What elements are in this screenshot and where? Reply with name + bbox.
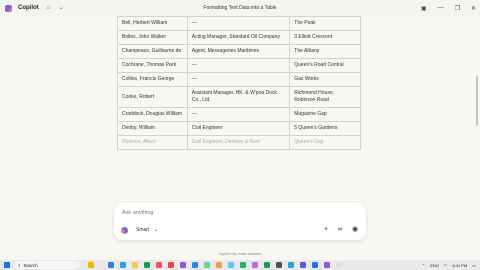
home-icon[interactable]: ⌂ — [45, 5, 52, 12]
taskbar-app-19[interactable] — [324, 262, 330, 268]
table-cell: Denby, William — [117, 121, 188, 136]
table-cell: — — [186, 16, 291, 31]
taskbar-app-2[interactable] — [120, 262, 126, 268]
disclaimer: Copilot may make mistakes — [218, 252, 262, 256]
table-cell: Acting Manager, Standard Oil Company — [186, 30, 291, 45]
taskbar-app-16[interactable] — [288, 262, 294, 268]
taskbar-app-5[interactable] — [156, 262, 162, 268]
taskbar-app-widgets[interactable] — [88, 262, 94, 268]
table-row: Denison, Albert Civil Engineer, Denison &… — [117, 135, 361, 150]
taskbar-app-3[interactable] — [132, 262, 138, 268]
taskbar-app-1[interactable] — [108, 262, 114, 268]
mode-icon[interactable] — [121, 227, 128, 234]
tray-overflow-icon[interactable]: ⌃ — [422, 263, 425, 268]
table-row: Denby, William Civil Engineer 5 Queen's Ga… — [117, 121, 361, 136]
title-bar: Copilot ⌂ ⌄ Formatting Text Data into a … — [0, 0, 480, 16]
table-cell: Collins, Francis George — [117, 72, 188, 87]
table-cell: Richmond House, Robinson Road — [289, 86, 361, 108]
copilot-logo-icon — [5, 4, 12, 12]
table-row: Bell, Herbert William — The Peak — [117, 16, 361, 31]
taskbar-app-9[interactable] — [204, 262, 210, 268]
table-cell: Civil Engineer — [186, 121, 291, 136]
chat-composer[interactable]: Ask anything Smart ⌄ + ∞ ◉ — [114, 203, 366, 240]
taskbar-app-20[interactable] — [336, 262, 342, 268]
taskbar-app-10[interactable] — [216, 262, 222, 268]
close-icon[interactable]: ✕ — [471, 5, 476, 12]
glasses-icon[interactable]: ∞ — [336, 226, 344, 234]
message-input[interactable]: Ask anything — [122, 210, 154, 216]
table-cell: — — [186, 107, 291, 122]
chevron-down-icon[interactable]: ⌄ — [58, 5, 65, 12]
taskbar-app-13[interactable] — [252, 262, 258, 268]
table-cell: Agent, Messageries Maritimes — [186, 44, 291, 59]
search-icon: ⌕ — [18, 262, 21, 268]
taskbar-app-6[interactable] — [168, 262, 174, 268]
mode-selector[interactable]: Smart — [136, 227, 149, 234]
table-row: Champeaux, Guillaume de Agent, Messagerie… — [117, 44, 361, 59]
table-row: Craddock, Douglas William — Magazine Gap — [117, 107, 361, 122]
table-cell: Cochrane, Thomas Park — [117, 58, 188, 73]
table-row: Cochrane, Thomas Park — Queen's Road Centr… — [117, 58, 361, 73]
table-cell: The Peak — [289, 16, 361, 31]
taskbar-app-4[interactable] — [144, 262, 150, 268]
taskbar-app-18[interactable] — [312, 262, 318, 268]
scrollbar[interactable] — [476, 76, 478, 126]
taskbar-app-11[interactable] — [228, 262, 234, 268]
table-cell: Bolles, John Walker — [117, 30, 188, 45]
table-cell: Magazine Gap — [289, 107, 361, 122]
table-cell: The Albany — [289, 44, 361, 59]
windows-start-icon[interactable] — [4, 262, 10, 268]
taskbar-app-17[interactable] — [300, 262, 306, 268]
response-table-container: Bell, Herbert William — The Peak Bolles, Jo… — [117, 16, 361, 192]
table-cell: 5 Queen's Gardens — [289, 121, 361, 136]
wifi-icon[interactable]: ◠ — [444, 263, 448, 268]
taskbar-app-14[interactable] — [264, 262, 270, 268]
taskbar: ⌕ Search ⌃ ENG ◠ 6:41 PM ▭ — [0, 260, 480, 270]
microphone-icon[interactable]: ◉ — [351, 226, 359, 234]
taskbar-search-label: Search — [23, 262, 38, 268]
language-indicator[interactable]: ENG — [430, 263, 439, 268]
table-row: Cooke, Robert Assistant Manager, HK. & W'… — [117, 86, 361, 108]
minimize-icon[interactable]: — — [438, 5, 444, 11]
table-cell: Bell, Herbert William — [117, 16, 188, 31]
table-cell: Cooke, Robert — [117, 86, 188, 108]
table-cell: Gas Works — [289, 72, 361, 87]
table-cell: Assistant Manager, HK. & W'poa Dock Co.,… — [186, 86, 291, 108]
notification-icon[interactable]: ▭ — [472, 263, 476, 268]
table-cell: — — [186, 72, 291, 87]
system-tray: ⌃ ENG ◠ 6:41 PM ▭ — [422, 260, 476, 270]
taskbar-app-8[interactable] — [192, 262, 198, 268]
table-cell: 3 Elliott Crescent — [289, 30, 361, 45]
taskbar-app-15[interactable] — [276, 262, 282, 268]
table-row: Collins, Francis George — Gas Works — [117, 72, 361, 87]
table-cell: Champeaux, Guillaume de — [117, 44, 188, 59]
table-cell: Craddock, Douglas William — [117, 107, 188, 122]
app-name: Copilot — [18, 5, 39, 11]
table-row: Bolles, John Walker Acting Manager, Stand… — [117, 30, 361, 45]
restore-icon[interactable]: ❐ — [455, 5, 460, 12]
table-cell: — — [186, 58, 291, 73]
taskbar-search[interactable]: ⌕ Search — [14, 261, 80, 269]
table-cell: Civil Engineer, Denison & Ram — [186, 135, 291, 150]
sidebar-icon[interactable]: ▣ — [421, 5, 427, 12]
plus-icon[interactable]: + — [322, 226, 330, 234]
scroll-fade — [117, 172, 361, 194]
clock[interactable]: 6:41 PM — [452, 263, 467, 268]
taskbar-app-12[interactable] — [240, 262, 246, 268]
table-cell: Queen's Road Central — [289, 58, 361, 73]
chevron-down-icon[interactable]: ⌄ — [154, 227, 158, 234]
table-cell: Queen's Gap — [289, 135, 361, 150]
table-cell: Denison, Albert — [117, 135, 188, 150]
taskbar-app-7[interactable] — [180, 262, 186, 268]
response-table: Bell, Herbert William — The Peak Bolles, Jo… — [117, 16, 361, 150]
